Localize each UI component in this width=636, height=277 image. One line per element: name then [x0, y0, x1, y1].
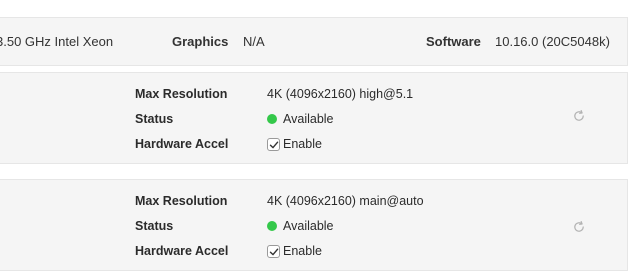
- software-value: 10.16.0 (20C5048k): [495, 34, 610, 49]
- codec-card: Max Resolution 4K (4096x2160) main@auto …: [0, 179, 628, 271]
- hardware-accel-checkbox[interactable]: [267, 245, 280, 259]
- codec-card: Max Resolution 4K (4096x2160) high@5.1 S…: [0, 72, 628, 164]
- hardware-accel-checkbox[interactable]: [267, 138, 280, 152]
- system-info-bar: 3.50 GHz Intel Xeon Graphics N/A Softwar…: [0, 17, 628, 66]
- hardware-accel-value: Enable: [283, 137, 322, 151]
- checkmark-icon: [269, 141, 279, 149]
- max-resolution-label: Max Resolution: [135, 194, 228, 208]
- hardware-accel-value: Enable: [283, 244, 322, 258]
- cpu-value: 3.50 GHz Intel Xeon: [0, 34, 114, 49]
- status-dot-icon: [267, 114, 277, 124]
- graphics-value: N/A: [243, 34, 265, 49]
- hardware-accel-label: Hardware Accel: [135, 137, 229, 151]
- max-resolution-value: 4K (4096x2160) high@5.1: [267, 87, 414, 101]
- status-value: Available: [283, 112, 334, 126]
- status-dot-icon: [267, 221, 277, 231]
- status-label: Status: [135, 219, 174, 233]
- graphics-label: Graphics: [172, 34, 229, 49]
- refresh-icon[interactable]: [572, 220, 586, 234]
- max-resolution-value: 4K (4096x2160) main@auto: [267, 194, 424, 208]
- max-resolution-label: Max Resolution: [135, 87, 228, 101]
- status-label: Status: [135, 112, 174, 126]
- checkmark-icon: [269, 248, 279, 256]
- status-indicator: Available: [267, 218, 334, 234]
- status-indicator: Available: [267, 111, 334, 127]
- status-value: Available: [283, 219, 334, 233]
- hardware-accel-label: Hardware Accel: [135, 244, 229, 258]
- hardware-accel-option[interactable]: Enable: [267, 243, 322, 259]
- refresh-icon[interactable]: [572, 109, 586, 123]
- software-label: Software: [426, 34, 481, 49]
- hardware-accel-option[interactable]: Enable: [267, 136, 322, 152]
